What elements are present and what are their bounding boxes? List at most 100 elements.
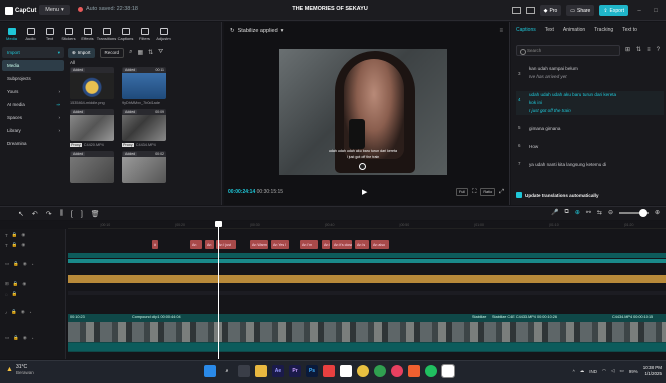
cursor-icon[interactable]: ↖ [18, 210, 24, 218]
delete-icon[interactable]: 🗑 [91, 210, 100, 218]
volume-icon[interactable]: ◁ [611, 368, 614, 374]
playhead[interactable] [215, 221, 222, 359]
video-preview[interactable]: udah udah udah aku baru turun dari keret… [279, 49, 447, 175]
filter-icon[interactable]: ⛛ [158, 49, 163, 56]
caption-clip[interactable]: An Is [355, 240, 369, 249]
clock[interactable]: 10:38 PM 1/1/2025 [643, 365, 662, 377]
language-indicator[interactable]: IND [589, 369, 597, 374]
caption-clip[interactable]: An I just [216, 240, 236, 249]
media-thumb[interactable]: Added 00:02 [122, 151, 166, 183]
caption-clip[interactable]: An Is [322, 240, 330, 249]
main-video-track[interactable]: 00:10:23 Compound clip1 00:00:44:04 Stabil… [68, 314, 666, 352]
media-thumb[interactable]: Added 00:09 [122, 109, 166, 141]
ratio-button[interactable]: Ratio [480, 188, 496, 196]
lock-icon[interactable]: 🔒 [13, 335, 19, 341]
search-icon[interactable]: ⌕ [129, 49, 132, 56]
caption-clip[interactable]: An Yes I [271, 240, 289, 249]
player-title[interactable]: ↻ Stabilize applied ▾ [230, 28, 283, 34]
eye-icon[interactable]: ◉ [23, 261, 27, 267]
weather-widget[interactable]: ▲ 31°C Berawan [6, 364, 34, 375]
task-view-icon[interactable] [238, 365, 250, 377]
preview-axis-icon[interactable]: ⇆ [597, 209, 602, 216]
tab-transitions[interactable]: Transitions [97, 24, 116, 44]
search-icon[interactable]: ⌕ [221, 365, 233, 377]
category-subprojects[interactable]: Subprojects [2, 73, 64, 84]
snap-icon[interactable]: ⚯ [586, 209, 591, 216]
minimize-icon[interactable]: – [633, 8, 645, 14]
grid-view-icon[interactable]: ▦ [137, 49, 143, 56]
lock-icon[interactable]: 🔒 [11, 309, 17, 315]
audio-icon[interactable]: ◔ [31, 336, 34, 341]
microphone-icon[interactable]: 🎤 [551, 209, 558, 216]
tab-tracking[interactable]: Tracking [594, 27, 613, 33]
filter-all-label[interactable]: All [70, 60, 75, 65]
help-icon[interactable]: ? [657, 47, 660, 53]
record-button[interactable]: Record [99, 47, 125, 58]
tab-filters[interactable]: Filters [135, 24, 154, 44]
keyboard-icon[interactable] [525, 7, 535, 14]
caption-item[interactable]: 6 How [516, 143, 664, 151]
magnet-icon[interactable]: ⊕ [575, 209, 580, 216]
caption-item[interactable]: 3 kan udah sampai belum Ive has arrived … [516, 65, 664, 81]
caption-clip[interactable]: An Warm [250, 240, 268, 249]
layout-icon[interactable] [511, 7, 521, 14]
wifi-icon[interactable]: ◠ [602, 368, 606, 374]
chrome-icon[interactable] [357, 365, 369, 377]
lock-icon[interactable]: 🔒 [13, 261, 19, 267]
audio-clip[interactable] [68, 275, 666, 283]
category-ai-media[interactable]: AI media ⇒ [2, 99, 64, 110]
time-ruler[interactable]: |00:10 |00:20 |00:30 |00:40 |00:50 |01:0… [68, 221, 666, 229]
caption-clip[interactable]: An [190, 240, 202, 249]
tab-captions[interactable]: Captions [516, 27, 536, 33]
eye-icon[interactable]: ◉ [23, 335, 27, 341]
eye-icon[interactable]: ◉ [21, 242, 25, 248]
media-thumb[interactable]: Added [70, 67, 114, 99]
tab-effects[interactable]: Effects [78, 24, 97, 44]
eye-icon[interactable]: ◉ [21, 309, 25, 315]
split-icon[interactable]: ⫼ [60, 210, 63, 218]
tab-animation[interactable]: Animation [563, 27, 585, 33]
caption-clip[interactable]: An I'm [300, 240, 318, 249]
lock-icon[interactable]: 🔒 [12, 242, 18, 248]
transform-handle-icon[interactable] [359, 163, 366, 170]
project-title[interactable]: THE MEMORIES OF SEKAYU [200, 6, 460, 12]
fullscreen-icon[interactable]: ⤢ [499, 189, 504, 196]
caption-item[interactable]: 4 udah udah udah aku baru turun dari ker… [516, 91, 664, 115]
media-thumb[interactable]: Added [70, 151, 114, 183]
file-explorer-icon[interactable] [255, 365, 267, 377]
battery-icon[interactable]: ▭ [619, 368, 623, 374]
caption-clip[interactable]: An also [371, 240, 389, 249]
tab-stickers[interactable]: Stickers [59, 24, 78, 44]
tab-captions[interactable]: Captions [116, 24, 135, 44]
zoom-in-icon[interactable]: ⊕ [655, 209, 660, 216]
maximize-icon[interactable]: □ [650, 8, 662, 14]
tab-media[interactable]: Media [2, 24, 21, 44]
caption-search-input[interactable]: Search [516, 45, 620, 56]
redo-icon[interactable]: ↷ [46, 210, 52, 218]
import-button[interactable]: ⊕ Import [68, 47, 95, 58]
tab-adjustment[interactable]: Adjustm [154, 24, 173, 44]
export-button[interactable]: ⇪ Export [599, 5, 628, 16]
tab-text[interactable]: Text [545, 27, 554, 33]
after-effects-icon[interactable]: Ae [272, 365, 284, 377]
sort-icon[interactable]: ⇅ [148, 49, 153, 56]
media-thumb[interactable]: Added 00:11 [122, 67, 166, 99]
menu-button[interactable]: Menu ▾ [39, 5, 70, 15]
full-button[interactable]: Full [455, 188, 469, 196]
zoom-out-icon[interactable]: ⊖ [608, 209, 613, 216]
caption-clip[interactable]: An it's close [332, 240, 352, 249]
cloud-icon[interactable]: ☁ [580, 368, 585, 374]
category-dreamina[interactable]: Dreamina [2, 138, 64, 149]
spotify-icon[interactable] [425, 365, 437, 377]
lock-icon[interactable]: 🔒 [13, 281, 19, 287]
translate-icon[interactable]: ⊞ [625, 46, 630, 53]
media-thumb[interactable]: Added [70, 109, 114, 141]
audio-icon[interactable]: ◔ [31, 262, 34, 267]
split-left-icon[interactable]: [ [71, 211, 73, 218]
windows-start-icon[interactable] [204, 365, 216, 377]
photoshop-icon[interactable]: Ps [306, 365, 318, 377]
app-green-icon[interactable] [374, 365, 386, 377]
player-menu-icon[interactable]: ≡ [499, 28, 503, 34]
category-media[interactable]: Media [2, 60, 64, 71]
video-overlay-track[interactable] [68, 253, 666, 258]
